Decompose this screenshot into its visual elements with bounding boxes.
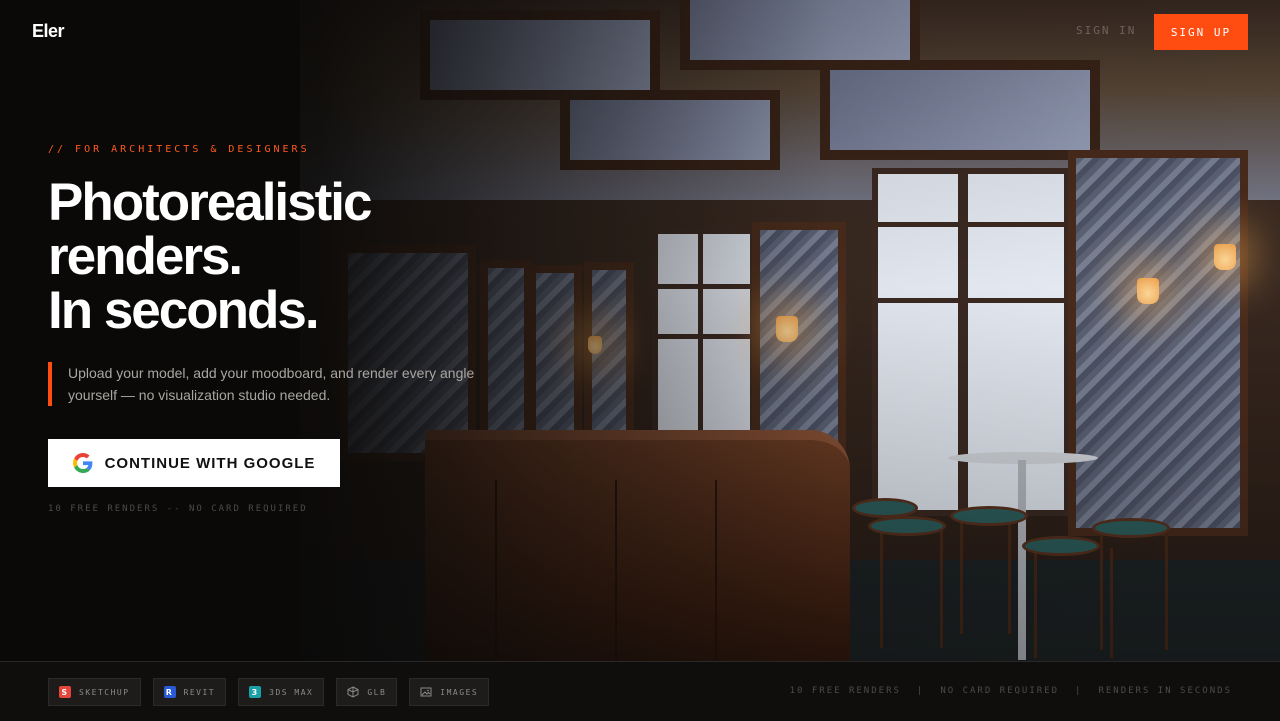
- cube-icon: [347, 686, 359, 698]
- format-chip-glb[interactable]: GLB: [336, 678, 398, 706]
- stat-divider: |: [916, 686, 925, 696]
- page-title: Photorealistic renders. In seconds.: [48, 173, 372, 340]
- stat-free-renders: 10 FREE RENDERS: [789, 686, 901, 696]
- eyebrow-label: // FOR ARCHITECTS & DESIGNERS: [48, 144, 310, 155]
- supported-formats: S SKETCHUP R REVIT 3 3DS MAX GLB IMAGES: [48, 678, 490, 706]
- format-label: SKETCHUP: [79, 687, 130, 697]
- format-chip-sketchup[interactable]: S SKETCHUP: [48, 678, 141, 706]
- sign-up-button[interactable]: SIGN UP: [1154, 14, 1248, 50]
- sign-in-link[interactable]: SIGN IN: [1076, 24, 1136, 37]
- revit-icon: R: [163, 686, 176, 698]
- format-chip-revit[interactable]: R REVIT: [152, 678, 227, 706]
- logo[interactable]: Eler: [32, 21, 65, 42]
- footer-bar: S SKETCHUP R REVIT 3 3DS MAX GLB IMAGES …: [0, 661, 1280, 721]
- format-label: 3DS MAX: [269, 687, 314, 697]
- format-chip-3ds-max[interactable]: 3 3DS MAX: [238, 678, 325, 706]
- format-label: REVIT: [183, 687, 216, 697]
- google-logo-icon: [72, 453, 93, 473]
- headline-line: Photorealistic: [48, 173, 372, 232]
- stat-render-speed: RENDERS IN SECONDS: [1098, 686, 1232, 696]
- format-label: IMAGES: [440, 687, 479, 697]
- continue-with-google-label: CONTINUE WITH GOOGLE: [104, 454, 316, 472]
- hero-background-image: [0, 0, 1280, 720]
- sketchup-icon: S: [59, 686, 71, 698]
- stat-divider: |: [1075, 686, 1083, 696]
- continue-with-google-button[interactable]: CONTINUE WITH GOOGLE: [48, 439, 340, 487]
- hero-subtext: Upload your model, add your moodboard, a…: [48, 362, 478, 406]
- 3ds-max-icon: 3: [249, 686, 262, 698]
- image-icon: [420, 686, 432, 698]
- headline-line: In seconds.: [48, 281, 320, 340]
- stat-no-card: NO CARD REQUIRED: [940, 686, 1060, 696]
- headline-line: renders.: [48, 227, 243, 286]
- format-chip-images[interactable]: IMAGES: [409, 678, 490, 706]
- footer-stats: 10 FREE RENDERS | NO CARD REQUIRED | REN…: [790, 686, 1232, 696]
- format-label: GLB: [367, 687, 387, 697]
- free-renders-note: 10 FREE RENDERS -- NO CARD REQUIRED: [48, 504, 308, 514]
